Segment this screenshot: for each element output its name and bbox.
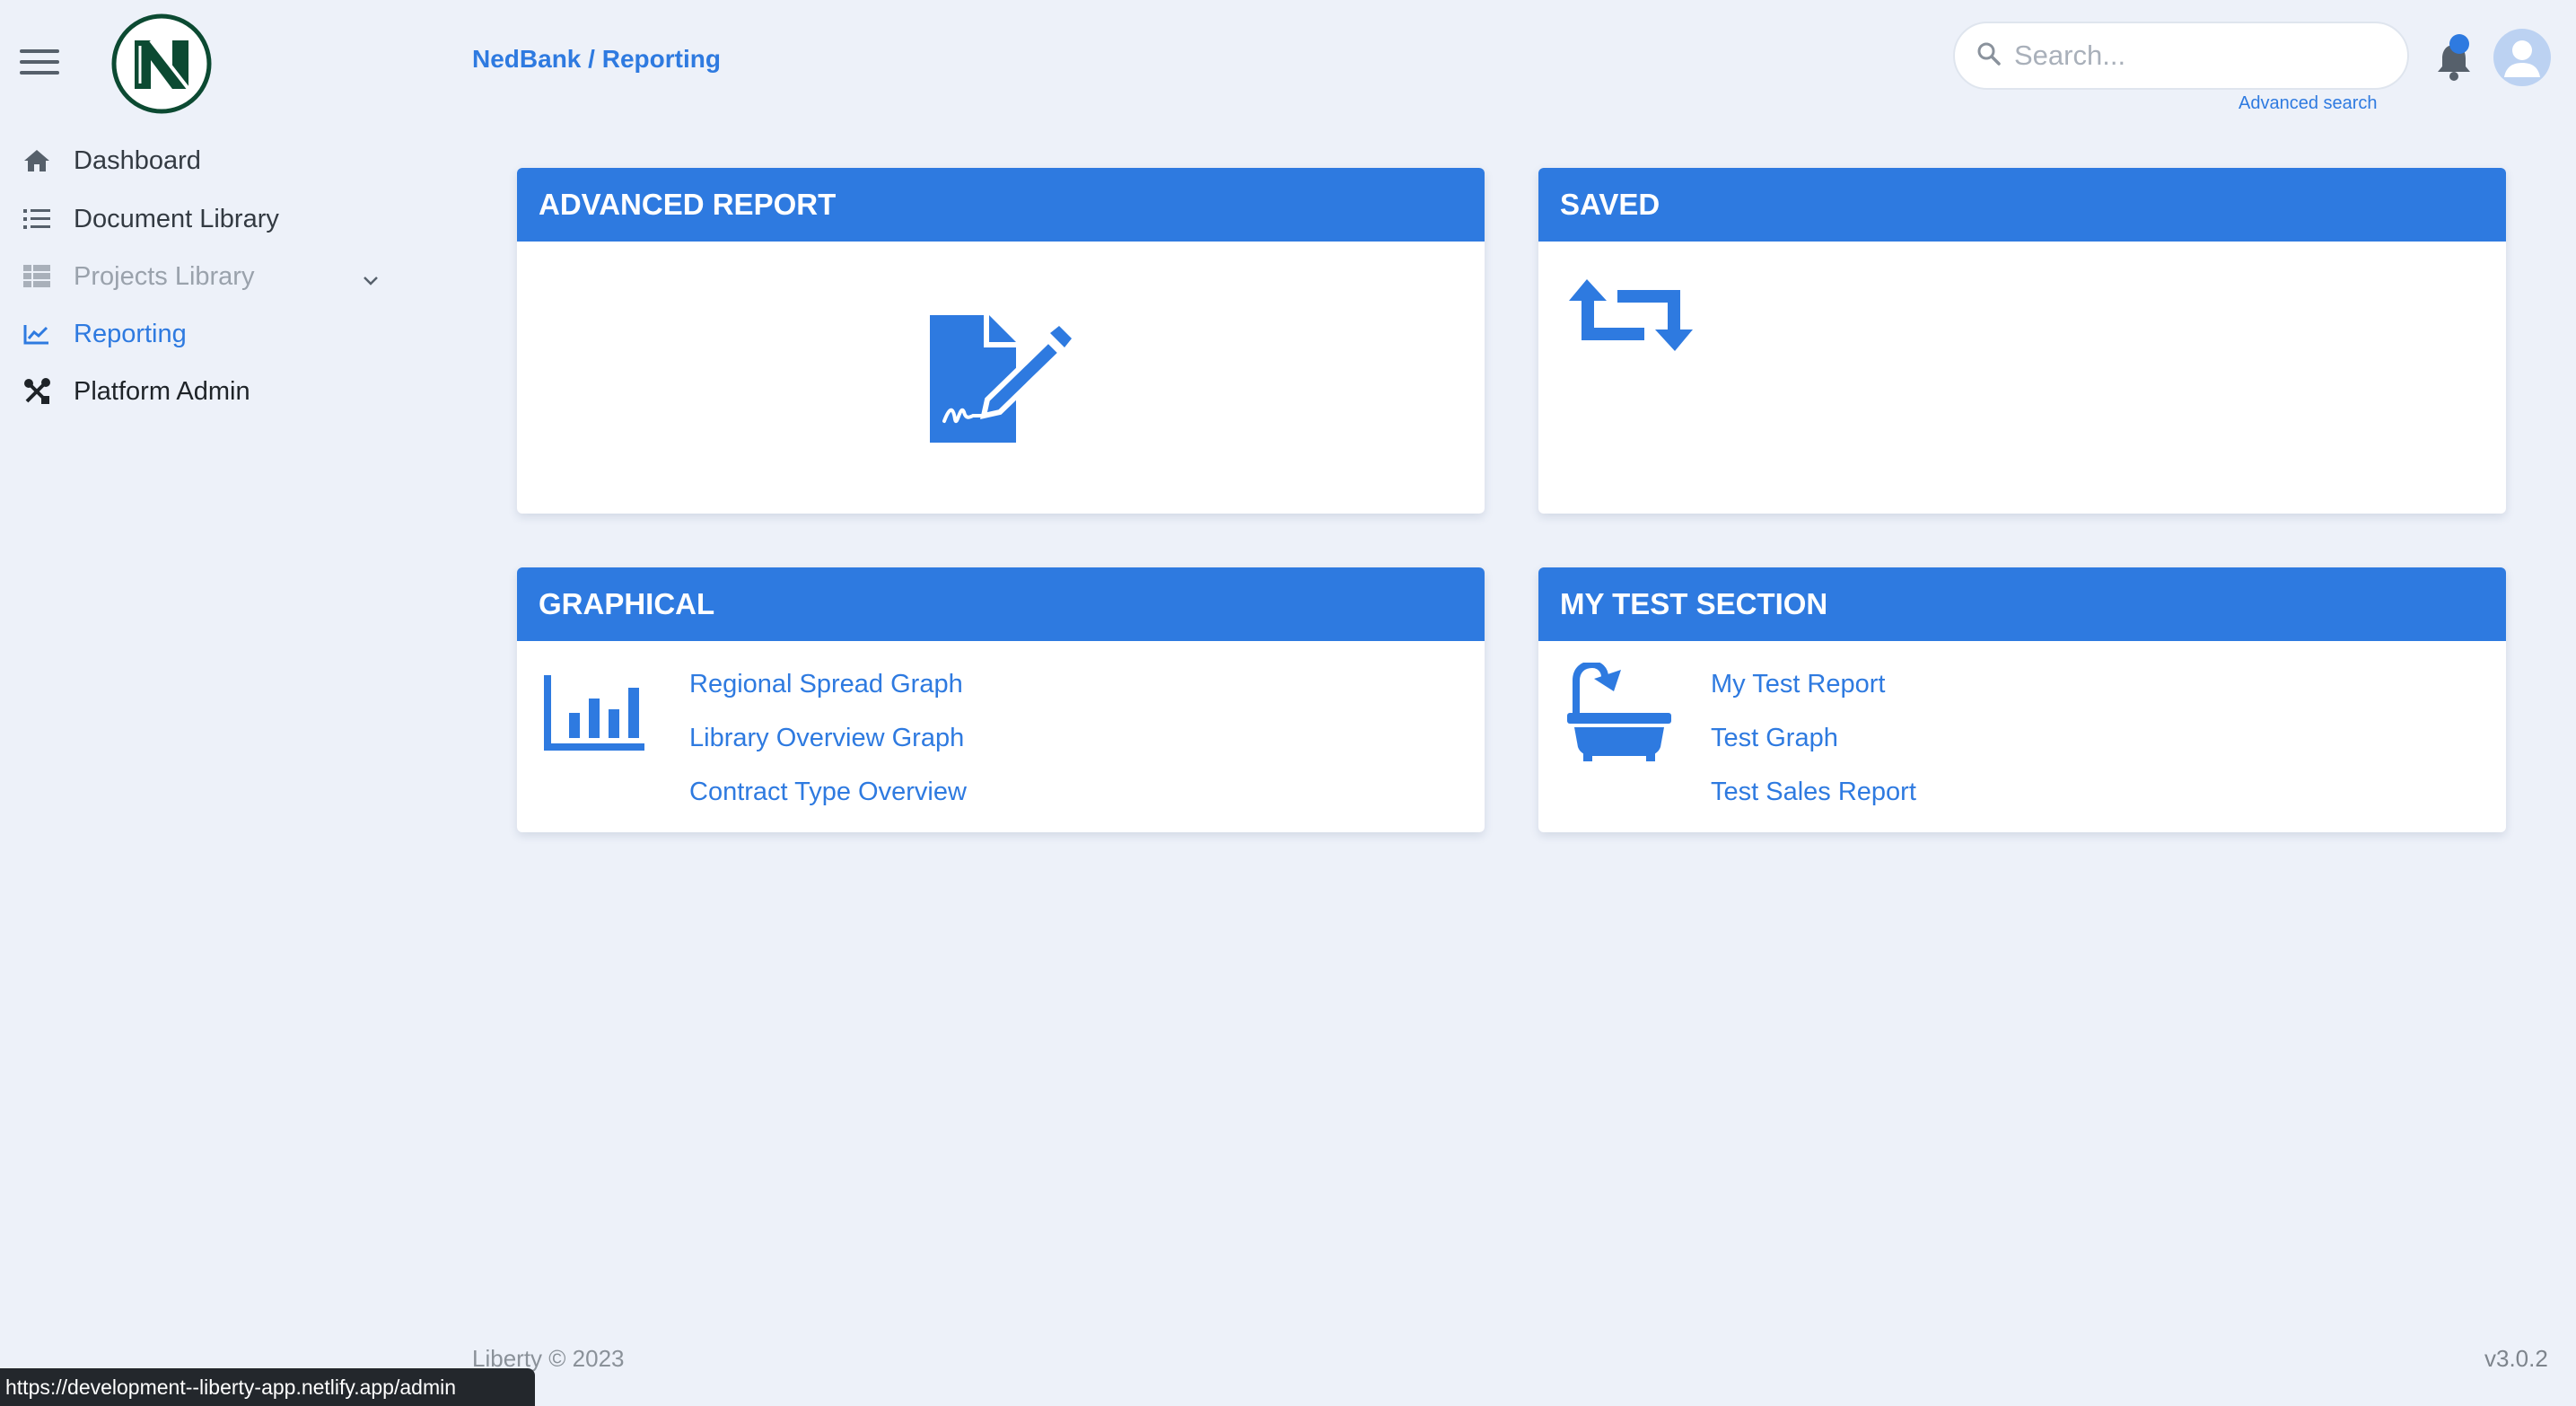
- sidebar-item-reporting[interactable]: Reporting: [20, 314, 187, 354]
- search-input[interactable]: [2012, 39, 2393, 73]
- hamburger-line: [20, 49, 59, 53]
- notification-badge: [2449, 34, 2469, 54]
- card-graphical: GRAPHICAL Regional Spread Graph Library …: [517, 567, 1485, 832]
- sidebar-item-label: Dashboard: [74, 145, 201, 175]
- hamburger-line: [20, 60, 59, 64]
- link-library-overview-graph[interactable]: Library Overview Graph: [689, 711, 967, 765]
- chevron-down-icon[interactable]: [357, 267, 384, 294]
- card-title: GRAPHICAL: [517, 567, 1485, 641]
- sidebar-item-label: Platform Admin: [74, 376, 250, 406]
- card-advanced-report: ADVANCED REPORT: [517, 168, 1485, 514]
- bathtub-icon: [1567, 660, 1671, 768]
- sidebar-item-label: Document Library: [74, 204, 279, 233]
- sidebar-item-platform-admin[interactable]: Platform Admin: [20, 372, 250, 411]
- graphical-links: Regional Spread Graph Library Overview G…: [689, 657, 967, 819]
- file-signature-icon[interactable]: [928, 313, 1072, 453]
- link-my-test-report[interactable]: My Test Report: [1711, 657, 1916, 711]
- link-test-graph[interactable]: Test Graph: [1711, 711, 1916, 765]
- list-icon: [20, 204, 54, 234]
- card-saved: SAVED: [1538, 168, 2506, 514]
- sidebar-item-document-library[interactable]: Document Library: [20, 199, 279, 239]
- breadcrumb-separator: /: [581, 45, 602, 73]
- card-title: ADVANCED REPORT: [517, 168, 1485, 242]
- bar-chart-icon: [544, 673, 648, 759]
- breadcrumb: NedBank / Reporting: [472, 45, 721, 74]
- browser-status-url: https://development--liberty-app.netlify…: [0, 1368, 535, 1406]
- avatar[interactable]: [2493, 29, 2551, 86]
- retweet-icon[interactable]: [1567, 276, 1695, 359]
- sidebar-item-projects-library[interactable]: Projects Library: [20, 257, 254, 296]
- card-my-test-section: MY TEST SECTION My Test Report Test Grap…: [1538, 567, 2506, 832]
- advanced-search-link[interactable]: Advanced search: [2239, 93, 2378, 114]
- chart-line-icon: [20, 319, 54, 349]
- card-title: SAVED: [1538, 168, 2506, 242]
- table-icon: [20, 261, 54, 292]
- sidebar-item-dashboard[interactable]: Dashboard: [20, 141, 201, 180]
- link-test-sales-report[interactable]: Test Sales Report: [1711, 765, 1916, 819]
- card-title: MY TEST SECTION: [1538, 567, 2506, 641]
- nedbank-logo[interactable]: [111, 13, 212, 114]
- tools-icon: [20, 376, 54, 407]
- test-section-links: My Test Report Test Graph Test Sales Rep…: [1711, 657, 1916, 819]
- sidebar-item-label: Projects Library: [74, 261, 255, 291]
- sidebar-item-label: Reporting: [74, 319, 187, 348]
- menu-toggle-button[interactable]: [20, 49, 59, 76]
- link-regional-spread-graph[interactable]: Regional Spread Graph: [689, 657, 967, 711]
- footer-version: v3.0.2: [2484, 1345, 2548, 1372]
- search-icon: [1976, 41, 2002, 71]
- breadcrumb-current: Reporting: [601, 45, 721, 73]
- link-contract-type-overview[interactable]: Contract Type Overview: [689, 765, 967, 819]
- hamburger-line: [20, 71, 59, 75]
- home-icon: [20, 145, 54, 176]
- search-box[interactable]: [1953, 22, 2409, 90]
- breadcrumb-root[interactable]: NedBank: [472, 45, 581, 73]
